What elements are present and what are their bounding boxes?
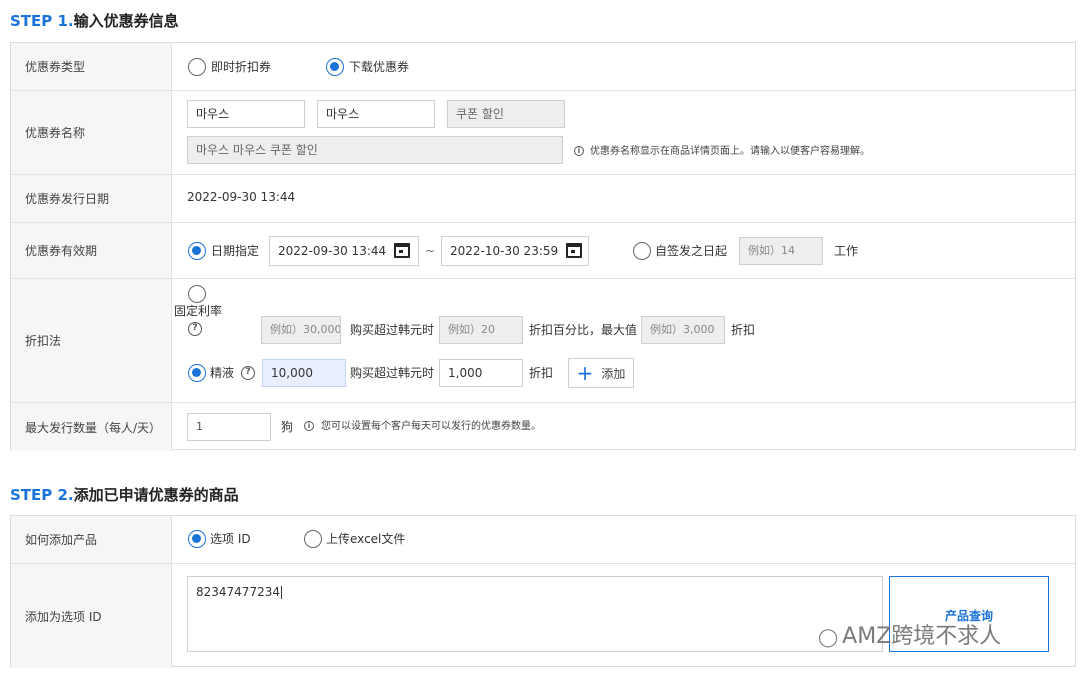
amount-discount-text: 折扣 — [529, 366, 554, 380]
coupon-name-combined: 마우스 마우스 쿠폰 할인 — [187, 136, 563, 164]
radio-fixed-rate[interactable] — [188, 285, 206, 303]
amount-threshold-input[interactable]: 10,000 — [262, 359, 346, 387]
watermark-text: AMZ跨境不求人 — [842, 624, 1002, 649]
option-id-textarea[interactable]: 82347477234 — [187, 576, 883, 652]
discount-method-label: 折扣法 — [11, 279, 172, 402]
percent-max-text: 折扣百分比，最大值 — [529, 323, 638, 337]
fixed-amount-input[interactable]: 例如）30,000 — [261, 316, 341, 344]
amount-discount-input[interactable]: 1,000 — [439, 359, 523, 387]
how-to-add-label: 如何添加产品 — [11, 516, 172, 563]
add-button[interactable]: + 添加 — [568, 358, 634, 388]
option-id-value: 82347477234 — [196, 585, 280, 599]
add-button-label: 添加 — [601, 366, 626, 381]
step2-title: STEP 2.添加已申请优惠券的商品 — [10, 484, 239, 505]
radio-days-from-issue[interactable] — [633, 242, 651, 260]
days-from-issue-text: 自签发之日起 — [655, 244, 728, 258]
max-issue-label: 最大发行数量（每人/天） — [11, 403, 172, 451]
download-coupon-text: 下载优惠券 — [349, 60, 410, 74]
instant-discount-text: 即时折扣券 — [211, 60, 272, 74]
radio-download-coupon[interactable] — [326, 58, 344, 76]
amount-label: 精液 — [210, 366, 235, 380]
row-coupon-name: 优惠券名称 마우스 마우스 쿠폰 할인 마우스 마우스 쿠폰 할인 i 优惠券名… — [11, 91, 1075, 175]
radio-date-specified[interactable] — [188, 242, 206, 260]
calendar-icon[interactable] — [394, 243, 410, 258]
days-input[interactable]: 例如）14 — [739, 237, 823, 265]
fixed-rate-text: 固定利率 — [174, 304, 223, 318]
end-date-input[interactable]: 2022-10-30 23:59 — [441, 236, 589, 266]
max-issue-input[interactable]: 1 — [187, 413, 271, 441]
option-id-text: 选项 ID — [210, 532, 251, 546]
coupon-info-form: 优惠券类型 即时折扣券 下载优惠券 优惠券名称 마우스 마우스 쿠폰 할인 마우… — [10, 42, 1076, 451]
fixed-buy-over-text: 购买超过韩元时 — [350, 323, 435, 337]
step2-number: STEP 2. — [10, 486, 74, 504]
step2-title-text: 添加已申请优惠券的商品 — [73, 486, 239, 504]
calendar-icon[interactable] — [566, 243, 582, 258]
issue-date-value: 2022-09-30 13:44 — [187, 190, 296, 204]
radio-instant-discount[interactable] — [188, 58, 206, 76]
add-option-id-label: 添加为选项 ID — [11, 564, 172, 668]
radio-option-id[interactable] — [188, 530, 206, 548]
step1-title: STEP 1.输入优惠券信息 — [10, 10, 179, 31]
row-max-issue: 最大发行数量（每人/天） 1 狗 i 您可以设置每个客户每天可以发行的优惠券数量… — [11, 403, 1075, 451]
valid-period-label: 优惠券有效期 — [11, 223, 172, 278]
date-separator: ~ — [425, 244, 436, 258]
question-icon[interactable]: ? — [188, 322, 202, 336]
text-cursor — [280, 586, 282, 599]
coupon-name-label: 优惠券名称 — [11, 91, 172, 174]
row-coupon-type: 优惠券类型 即时折扣券 下载优惠券 — [11, 43, 1075, 91]
max-issue-unit: 狗 — [281, 420, 294, 434]
coupon-type-label: 优惠券类型 — [11, 43, 172, 90]
row-discount-method: 折扣法 固定利率 ? 例如）30,000 购买超过韩元时 例如）20 折扣百分比… — [11, 279, 1075, 403]
coupon-name-note: 优惠券名称显示在商品详情页面上。请输入以便客户容易理解。 — [590, 146, 870, 157]
info-icon: i — [304, 421, 314, 431]
fixed-max-input[interactable]: 例如）3,000 — [641, 316, 725, 344]
issue-date-label: 优惠券发行日期 — [11, 175, 172, 222]
question-icon[interactable]: ? — [241, 366, 255, 380]
fixed-percent-input[interactable]: 例如）20 — [439, 316, 523, 344]
upload-excel-text: 上传excel文件 — [326, 532, 406, 546]
step1-number: STEP 1. — [10, 12, 74, 30]
row-how-to-add: 如何添加产品 选项 ID 上传excel文件 — [11, 516, 1075, 564]
coupon-name-field-1[interactable]: 마우스 — [187, 100, 305, 128]
end-date-value: 2022-10-30 23:59 — [450, 244, 559, 258]
info-icon: i — [574, 146, 584, 156]
coupon-name-field-3[interactable]: 쿠폰 할인 — [447, 100, 565, 128]
start-date-value: 2022-09-30 13:44 — [278, 244, 387, 258]
max-issue-note: 您可以设置每个客户每天可以发行的优惠券数量。 — [321, 421, 541, 432]
plus-icon: + — [576, 361, 594, 385]
radio-upload-excel[interactable] — [304, 530, 322, 548]
date-specified-text: 日期指定 — [211, 244, 260, 258]
wechat-icon: ◯ — [818, 627, 839, 648]
row-issue-date: 优惠券发行日期 2022-09-30 13:44 — [11, 175, 1075, 223]
amount-buy-over-text: 购买超过韩元时 — [350, 366, 435, 380]
row-valid-period: 优惠券有效期 日期指定 2022-09-30 13:44 ~ 2022-10-3… — [11, 223, 1075, 279]
fixed-discount-text: 折扣 — [731, 323, 756, 337]
row-add-option-id: 添加为选项 ID 82347477234 产品查询 — [11, 564, 1075, 668]
radio-amount[interactable] — [188, 364, 206, 382]
step1-title-text: 输入优惠券信息 — [73, 12, 179, 30]
watermark: ◯ AMZ跨境不求人 — [818, 618, 1001, 650]
coupon-name-field-2[interactable]: 마우스 — [317, 100, 435, 128]
days-unit: 工作 — [834, 244, 859, 258]
start-date-input[interactable]: 2022-09-30 13:44 — [269, 236, 419, 266]
